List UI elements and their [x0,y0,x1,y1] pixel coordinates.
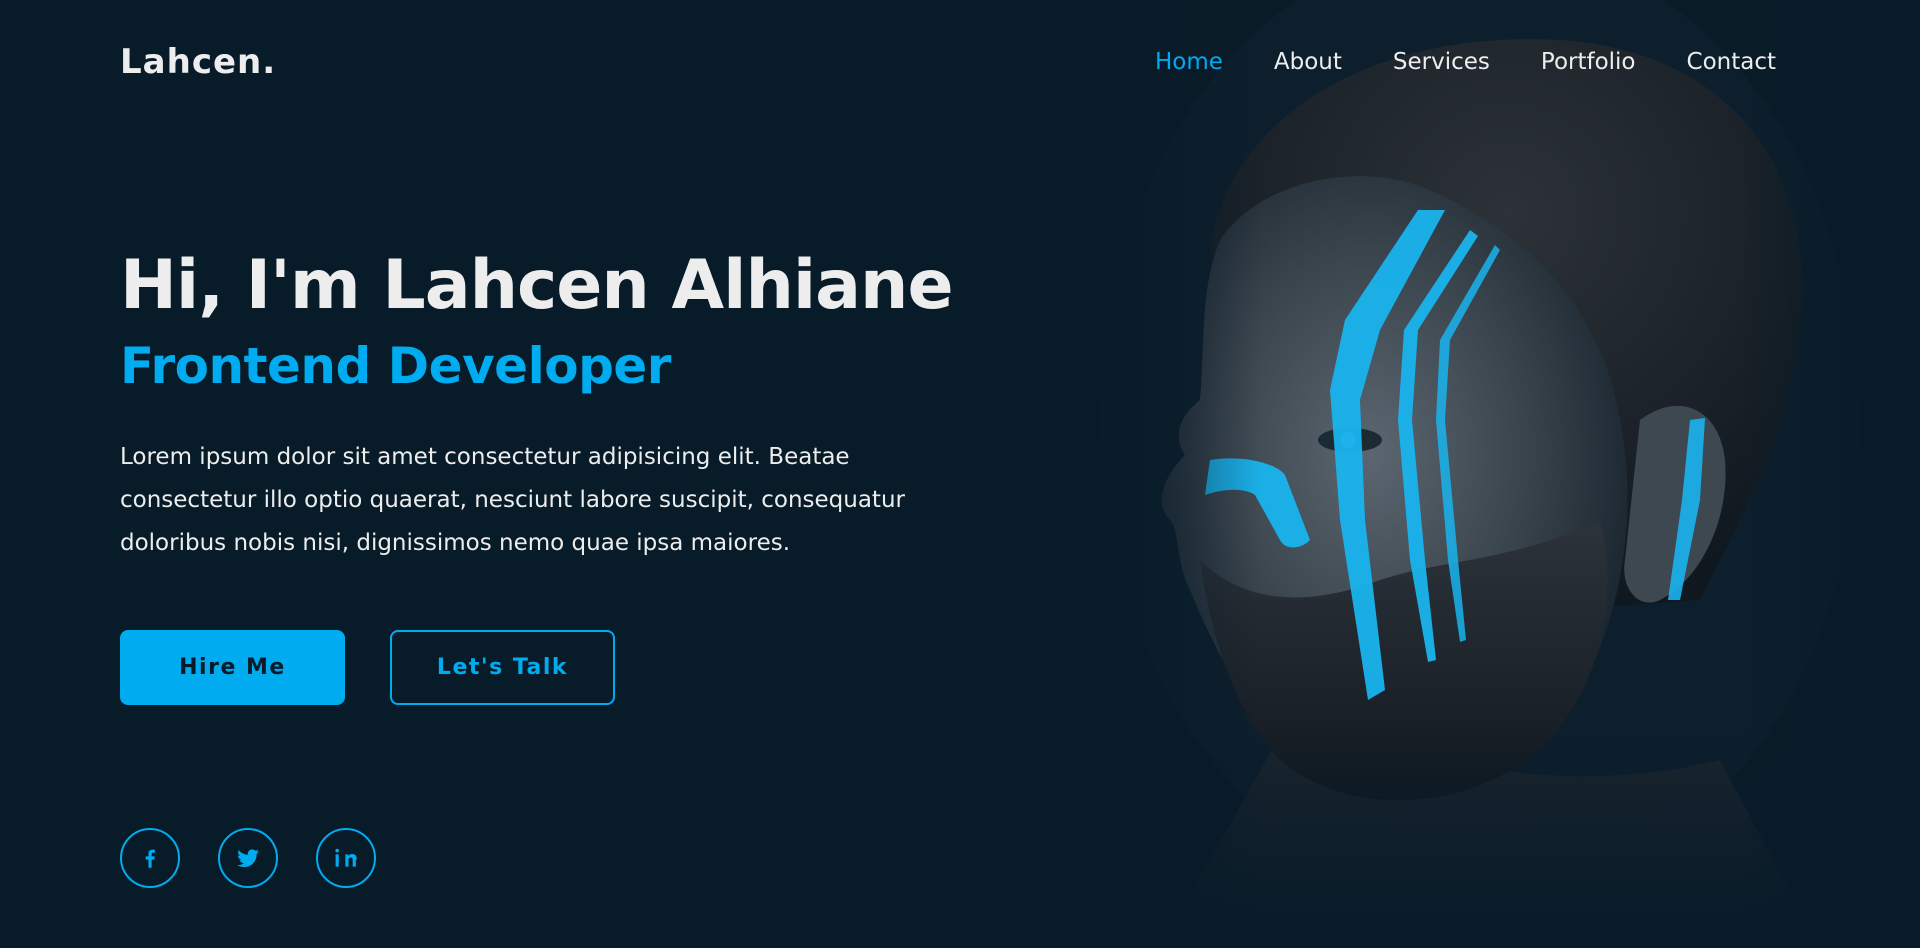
nav-link-portfolio[interactable]: Portfolio [1541,49,1636,75]
hire-me-button[interactable]: Hire Me [120,630,345,705]
twitter-icon [237,849,259,868]
nav-link-home[interactable]: Home [1155,49,1223,75]
button-group: Hire Me Let's Talk [120,630,615,705]
social-links [120,828,414,888]
main-nav: Home About Services Portfolio Contact [1104,49,1776,75]
home-subtitle: Frontend Developer [120,337,671,395]
home-title: Hi, I'm Lahcen Alhiane [120,246,954,325]
twitter-link[interactable] [218,828,278,888]
hero-fade-bottom [1000,728,1920,948]
home-content: Hi, I'm Lahcen Alhiane Frontend Develope… [120,238,970,565]
lets-talk-button[interactable]: Let's Talk [390,630,615,705]
facebook-icon [145,849,155,868]
linkedin-link[interactable] [316,828,376,888]
home-page: Lahcen. Home About Services Portfolio Co… [0,0,1920,948]
site-header: Lahcen. Home About Services Portfolio Co… [0,0,1920,130]
facebook-link[interactable] [120,828,180,888]
home-description: Lorem ipsum dolor sit amet consectetur a… [120,444,905,556]
logo[interactable]: Lahcen. [120,42,276,82]
linkedin-icon [335,848,357,867]
nav-link-about[interactable]: About [1274,49,1342,75]
nav-link-contact[interactable]: Contact [1687,49,1776,75]
nav-link-services[interactable]: Services [1393,49,1490,75]
hero-portrait-image [1000,0,1920,948]
